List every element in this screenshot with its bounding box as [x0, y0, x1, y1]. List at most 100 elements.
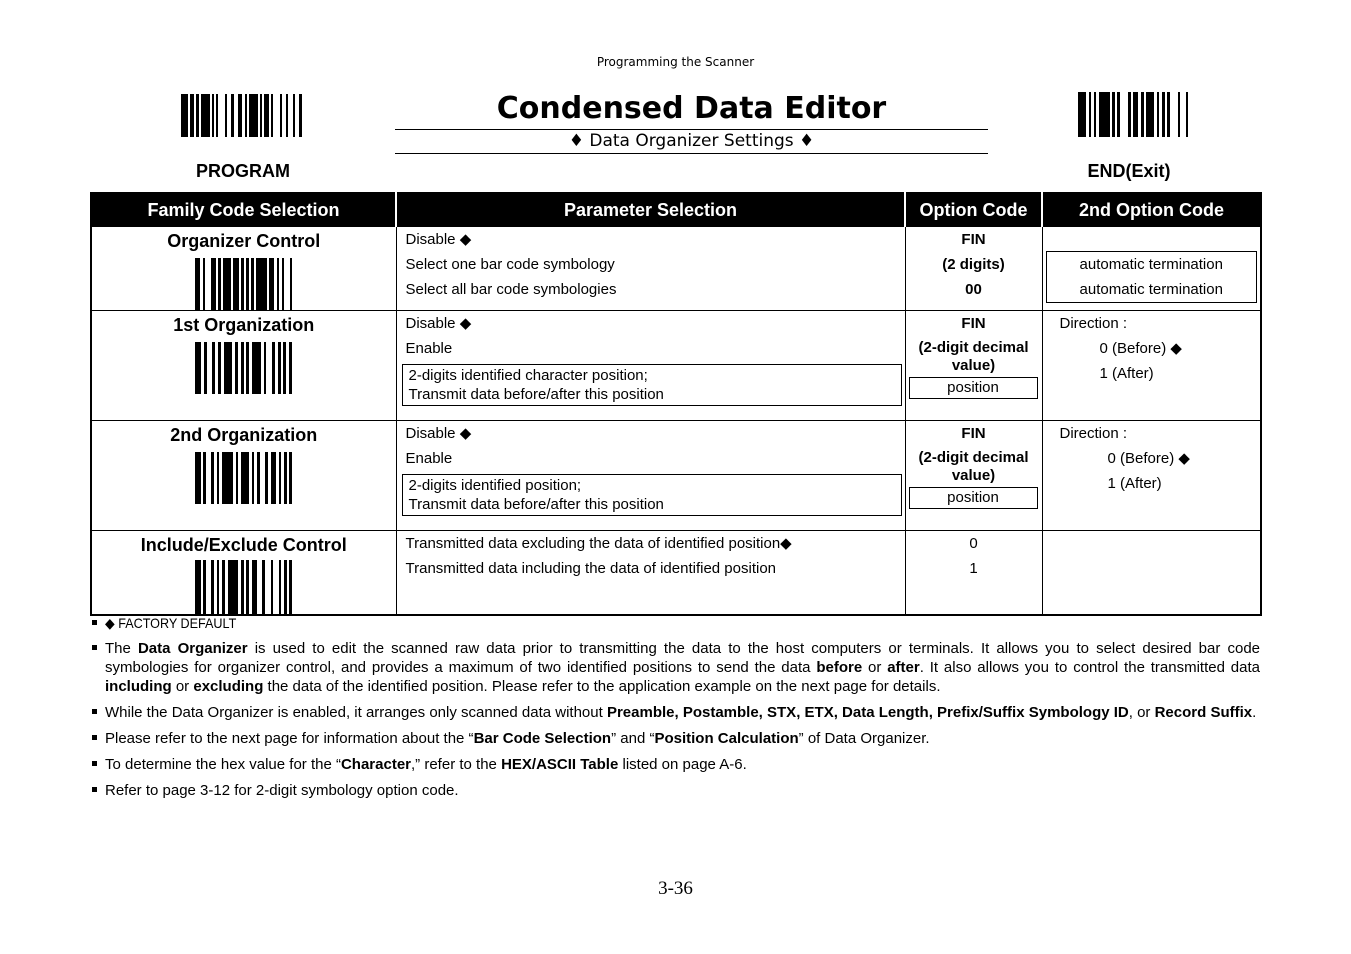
position-box: position: [908, 377, 1038, 399]
second-option-cell: automatic termination automatic terminat…: [1041, 226, 1262, 311]
col-parameter: Parameter Selection: [395, 193, 905, 227]
second-option-cell: Direction : 0 (Before) ◆ 1 (After): [1041, 310, 1262, 421]
option-code: FIN: [961, 315, 986, 332]
note-text: listed on page A-6.: [618, 756, 747, 773]
page-number: 3-36: [658, 878, 693, 899]
page-title: Condensed Data Editor: [496, 91, 887, 126]
family-title: 2nd Organization: [170, 425, 318, 445]
note-bold: Position Calculation: [654, 730, 799, 747]
barcode-gap: [1188, 92, 1191, 137]
bullet-icon: [92, 735, 97, 740]
note-bold: before: [816, 659, 863, 676]
note-factory-default: ◆ FACTORY DEFAULT: [90, 614, 1260, 633]
title-rule-bottom: [395, 153, 988, 154]
bullet-icon: [92, 709, 97, 714]
option-cell: FIN (2-digit decimal value) position: [904, 310, 1043, 421]
param-cell: Disable ◆ Select one bar code symbology …: [395, 226, 906, 311]
direction-label: Direction :: [1059, 425, 1128, 442]
bullet-icon: [92, 645, 97, 650]
note-next-page: Please refer to the next page for inform…: [90, 729, 1260, 748]
note-text: Refer to page 3-12 for 2-digit symbology…: [105, 782, 459, 799]
barcode-bar: [181, 94, 188, 137]
note-data-organizer: The Data Organizer is used to edit the s…: [90, 639, 1260, 696]
note-text: .: [1252, 704, 1257, 721]
page-subtitle: ♦ Data Organizer Settings ♦: [568, 131, 815, 151]
end-exit-label: END(Exit): [1087, 161, 1171, 181]
barcode-bar: [222, 452, 233, 504]
family-cell: 1st Organization: [90, 310, 397, 421]
barcode-gap: [1120, 92, 1128, 137]
note-symbology-option: Refer to page 3-12 for 2-digit symbology…: [90, 781, 1260, 800]
barcode-bar: [299, 94, 302, 137]
position-note-line: Transmit data before/after this position: [408, 386, 664, 403]
barcode-bar: [1078, 92, 1086, 137]
1st-organization-barcode[interactable]: [195, 342, 293, 394]
option-code: 0: [969, 535, 978, 552]
barcode-gap: [273, 94, 280, 137]
termination-box: automatic termination automatic terminat…: [1045, 251, 1257, 303]
note-bold: including: [105, 678, 172, 695]
family-cell: Organizer Control: [90, 226, 397, 311]
termination-text: automatic termination: [1079, 256, 1223, 273]
running-head: Programming the Scanner: [596, 55, 755, 69]
param-option: Enable: [405, 450, 453, 467]
param-cell: Transmitted data excluding the data of i…: [395, 530, 906, 616]
note-text: , or: [1128, 704, 1155, 721]
note-bold: Character: [340, 756, 412, 773]
param-option: Disable ◆: [405, 315, 472, 332]
option-code: value): [951, 357, 996, 374]
note-text: The: [105, 640, 138, 657]
table-row-organizer-control: Organizer Control Disable ◆ Select one b…: [90, 226, 1262, 311]
barcode-bar: [252, 342, 261, 394]
note-bold: Preamble, Postamble, STX, ETX, Data Leng…: [606, 704, 1129, 721]
col-2nd-option-code: 2nd Option Code: [1041, 193, 1261, 227]
note-text: Please refer to the next page for inform…: [105, 730, 474, 747]
note-bold: Record Suffix: [1154, 704, 1253, 721]
note-text: ” and “: [611, 730, 655, 747]
program-label: PROGRAM: [196, 161, 290, 181]
col-family-code: Family Code Selection: [91, 193, 396, 227]
note-text: While the Data Organizer is enabled, it …: [105, 704, 607, 721]
2nd-organization-barcode[interactable]: [195, 452, 293, 504]
note-text: or: [862, 659, 888, 676]
option-code: (2-digit decimal: [918, 339, 1029, 356]
barcode-bar: [289, 258, 293, 310]
param-cell: Disable ◆ Enable 2-digits identified cha…: [395, 310, 906, 421]
option-cell: 0 1: [904, 530, 1043, 616]
table-row-2nd-organization: 2nd Organization Disable ◆ Enable 2-digi…: [90, 420, 1262, 531]
direction-value: 1 (After): [1107, 475, 1162, 492]
param-option: Select one bar code symbology: [405, 256, 615, 273]
table-header-row: Family Code Selection Parameter Selectio…: [91, 193, 1261, 227]
termination-text: automatic termination: [1079, 281, 1223, 298]
second-option-cell: [1041, 530, 1262, 616]
direction-value: 1 (After): [1099, 365, 1154, 382]
note-text: To determine the hex value for the “: [105, 756, 341, 773]
barcode-gap: [218, 94, 225, 137]
barcode-bar: [289, 452, 293, 504]
direction-value: 0 (Before) ◆: [1107, 450, 1190, 467]
position-note-line: 2-digits identified character position;: [408, 367, 648, 384]
direction-label: Direction :: [1059, 315, 1128, 332]
note-bold: HEX/ASCII Table: [501, 756, 619, 773]
barcode-bar: [289, 560, 293, 614]
table-row-include-exclude-control: Include/Exclude Control Transmitted data…: [90, 530, 1262, 616]
bullet-icon: [92, 787, 97, 792]
end-exit-barcode[interactable]: [1078, 92, 1191, 137]
include-exclude-barcode[interactable]: [195, 560, 293, 614]
param-option: Disable ◆: [405, 425, 472, 442]
barcode-bar: [200, 94, 210, 137]
organizer-control-barcode[interactable]: [195, 258, 293, 310]
note-organizer-enabled: While the Data Organizer is enabled, it …: [90, 703, 1260, 722]
table-row-1st-organization: 1st Organization Disable ◆ Enable 2-digi…: [90, 310, 1262, 421]
program-barcode[interactable]: [181, 94, 302, 137]
barcode-bar: [240, 452, 250, 504]
family-title: Organizer Control: [167, 231, 321, 251]
family-cell: 2nd Organization: [90, 420, 397, 531]
barcode-bar: [248, 94, 258, 137]
factory-default-legend: ◆ FACTORY DEFAULT: [105, 615, 237, 631]
barcode-bar: [289, 342, 293, 394]
option-code: FIN: [961, 231, 986, 248]
param-option: Transmitted data excluding the data of i…: [405, 535, 792, 552]
note-bold: excluding: [193, 678, 264, 695]
barcode-gap: [1170, 92, 1178, 137]
